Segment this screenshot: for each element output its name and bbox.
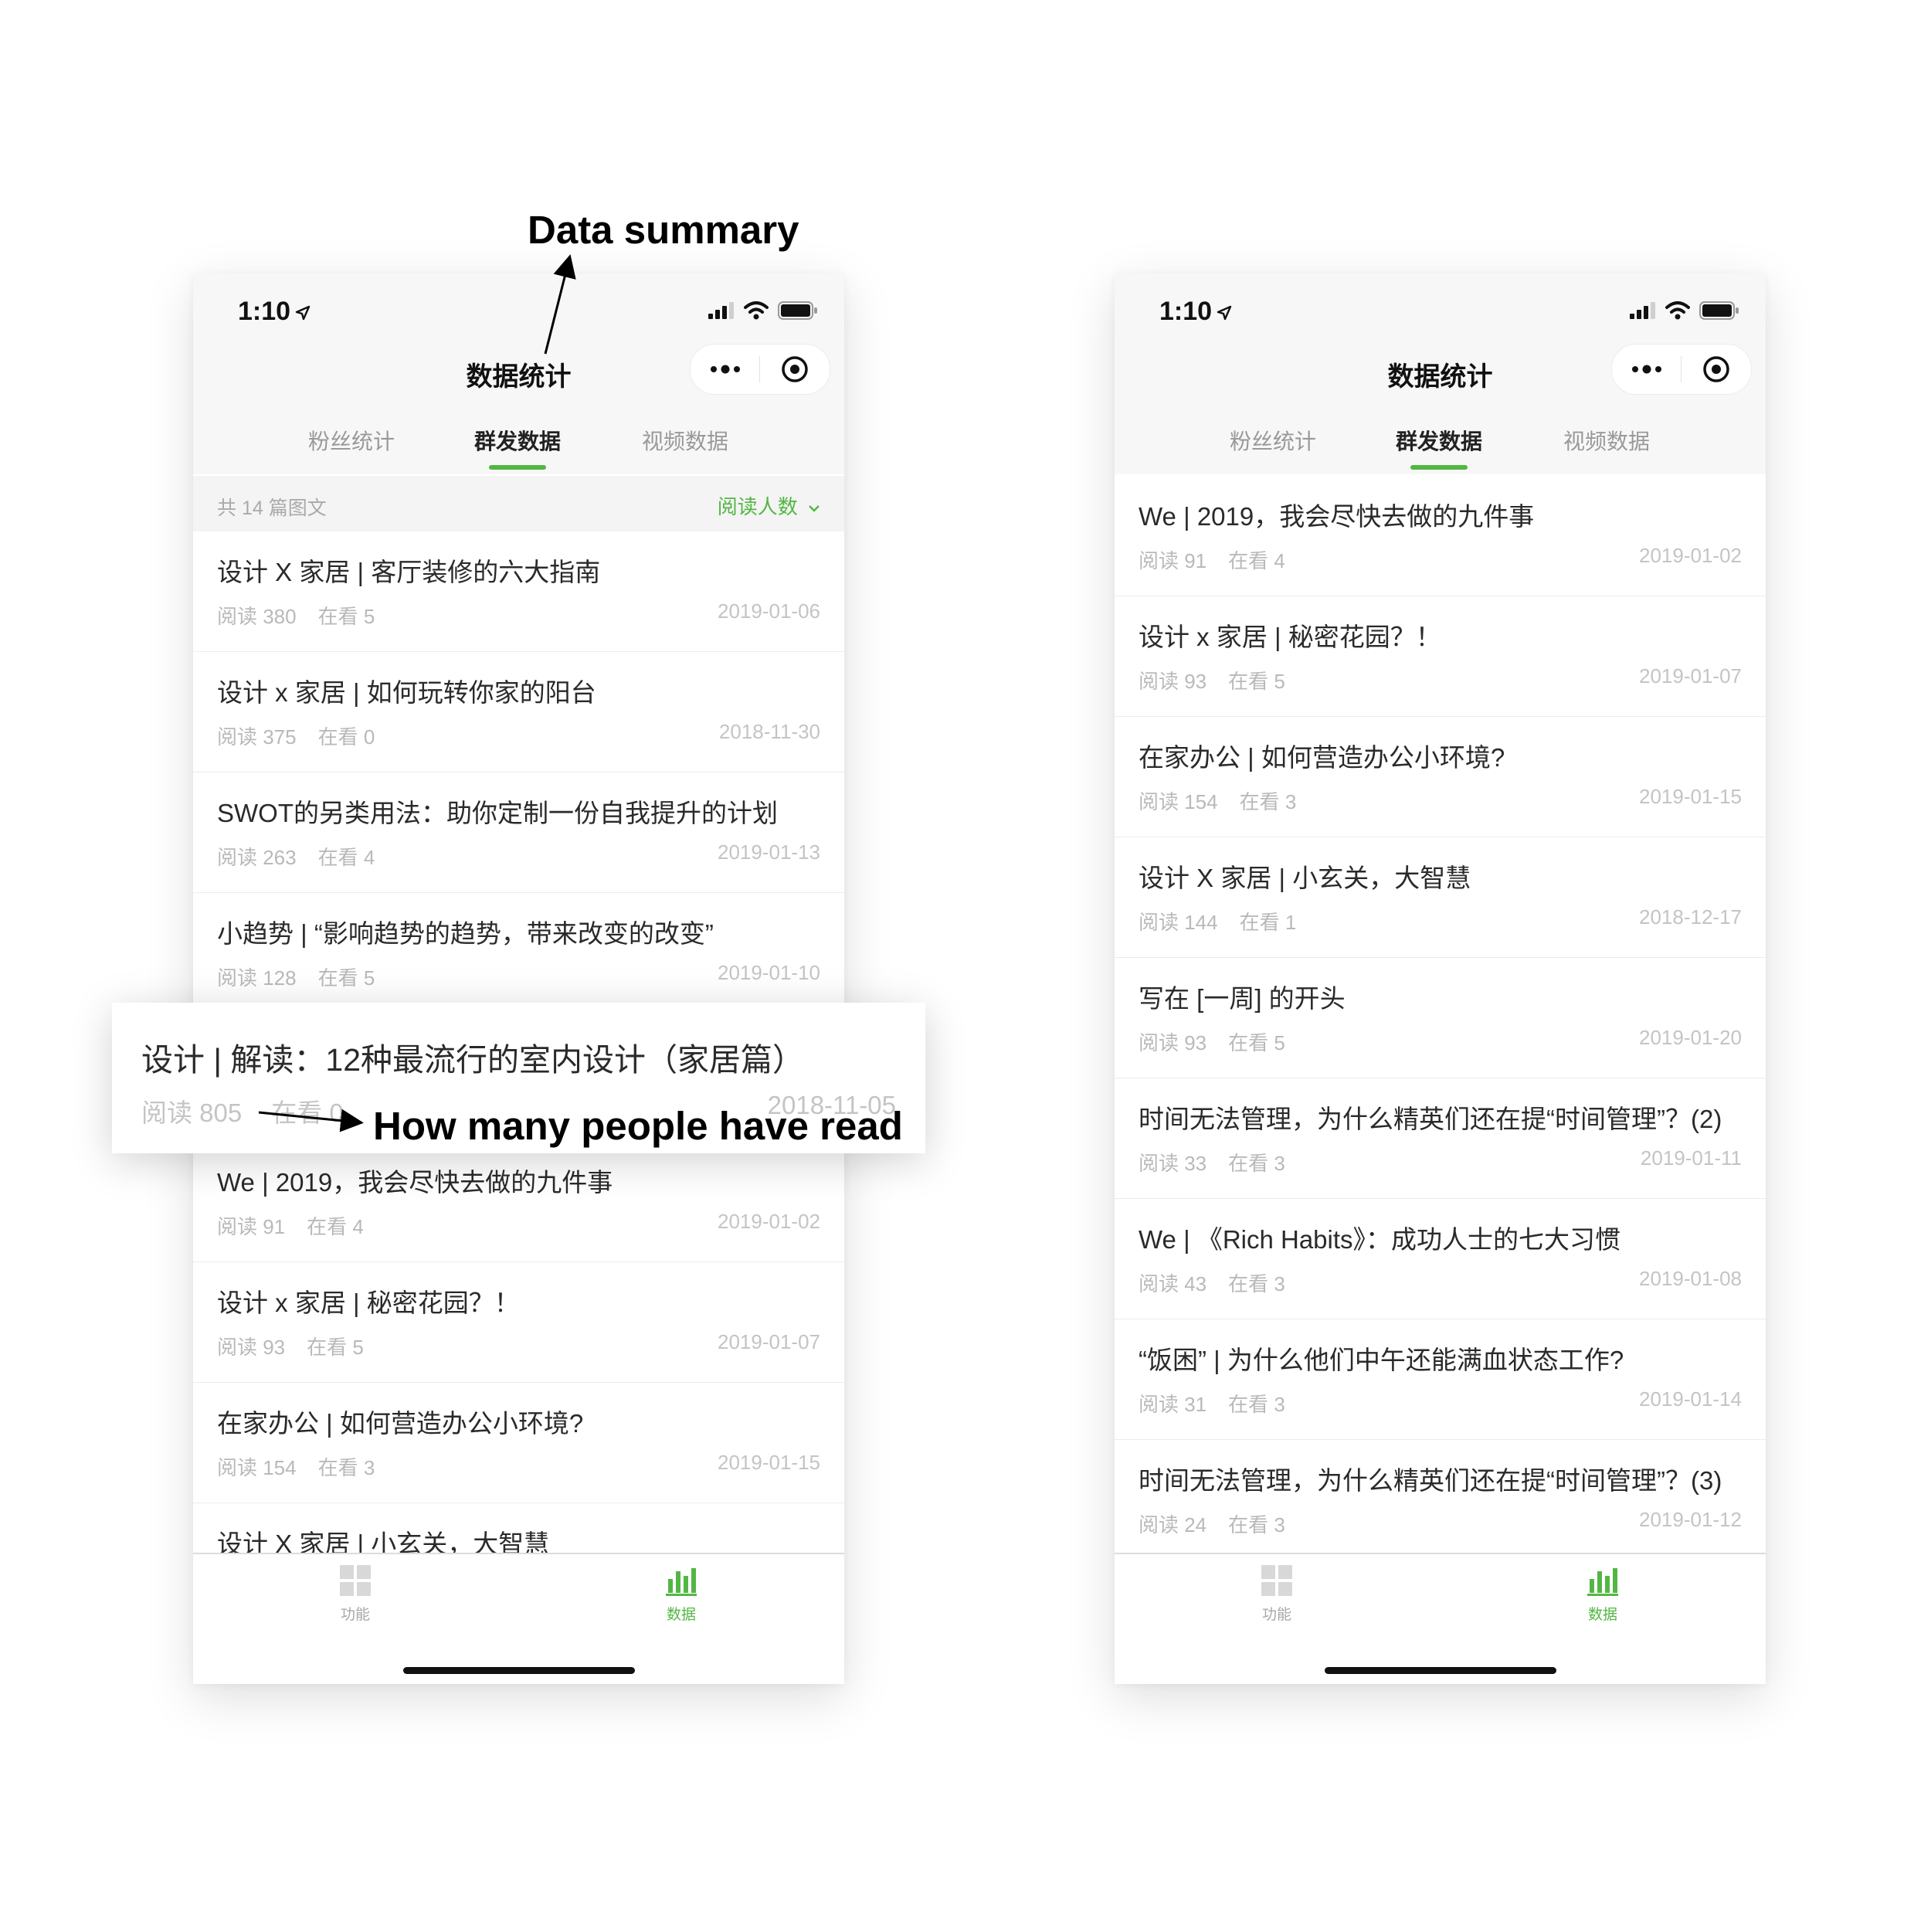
annotation-arrows: [258, 254, 576, 1132]
arrow-to-data-summary: [544, 254, 576, 355]
arrow-to-read-count: [258, 1109, 364, 1132]
